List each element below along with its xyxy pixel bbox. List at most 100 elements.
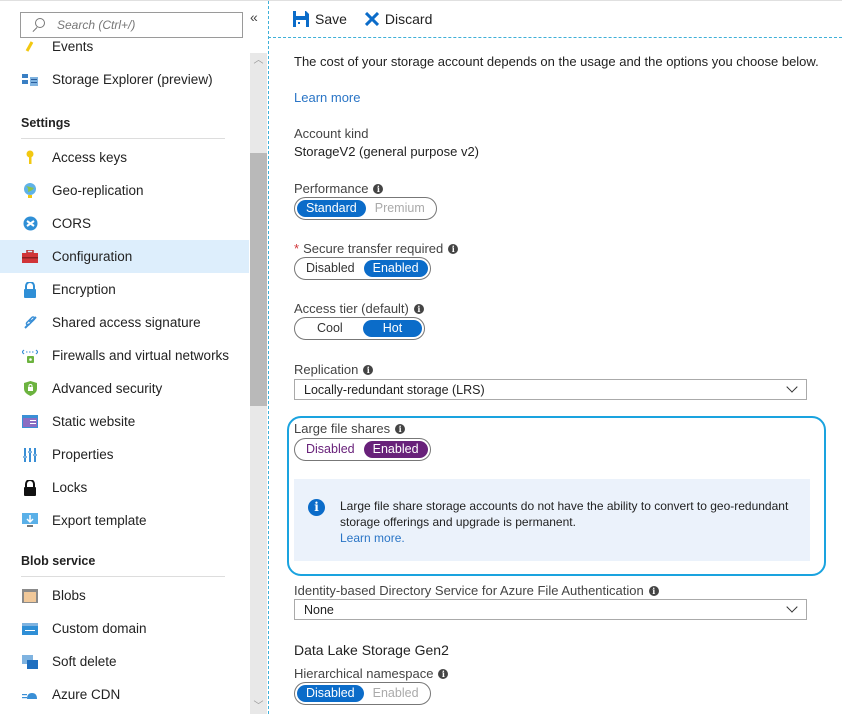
data-lake-title: Data Lake Storage Gen2 [294, 642, 449, 658]
sidebar-item-advanced-security[interactable]: Advanced security [0, 372, 249, 405]
save-button[interactable]: Save [293, 11, 347, 27]
soft-delete-icon [22, 654, 38, 670]
search-input[interactable] [57, 18, 227, 32]
info-message: Large file share storage accounts do not… [340, 498, 810, 546]
shield-icon [22, 381, 38, 397]
performance-option-premium[interactable]: Premium [366, 200, 434, 217]
secure-transfer-label: * Secure transfer required i [294, 241, 459, 256]
sidebar-item-label: Advanced security [52, 381, 163, 396]
sidebar-item-access-keys[interactable]: Access keys [0, 141, 249, 174]
info-message-box: i Large file share storage accounts do n… [294, 479, 810, 561]
hierarchical-namespace-toggle[interactable]: Disabled Enabled [294, 682, 431, 705]
access-tier-label-text: Access tier (default) [294, 301, 409, 316]
replication-dropdown[interactable]: Locally-redundant storage (LRS) [294, 379, 807, 400]
replication-label: Replication i [294, 362, 374, 377]
sidebar-item-label: Firewalls and virtual networks [52, 348, 230, 363]
cdn-icon [22, 687, 38, 703]
large-file-shares-label: Large file shares i [294, 421, 406, 436]
account-kind-value: StorageV2 (general purpose v2) [294, 144, 480, 159]
discard-button[interactable]: Discard [364, 11, 432, 27]
hierarchical-namespace-option-enabled[interactable]: Enabled [364, 685, 428, 702]
access-tier-toggle[interactable]: Cool Hot [294, 317, 426, 340]
sidebar-item-locks[interactable]: Locks [0, 471, 249, 504]
info-icon[interactable]: i [373, 183, 384, 194]
chevron-down-icon [786, 601, 798, 613]
access-tier-option-hot[interactable]: Hot [362, 320, 423, 337]
identity-service-label-text: Identity-based Directory Service for Azu… [294, 583, 644, 598]
info-icon[interactable]: i [363, 364, 374, 375]
sidebar-item-label: Blobs [52, 588, 86, 603]
performance-toggle[interactable]: Standard Premium [294, 197, 437, 220]
sidebar-item-azure-cdn[interactable]: Azure CDN [0, 678, 249, 711]
scroll-up-icon[interactable]: ︿ [250, 53, 267, 69]
large-file-shares-option-enabled[interactable]: Enabled [363, 441, 428, 458]
info-icon[interactable]: i [648, 585, 659, 596]
close-icon [364, 12, 379, 26]
sidebar-item-storage-explorer[interactable]: Storage Explorer (preview) [0, 63, 249, 96]
large-file-shares-toggle[interactable]: Disabled Enabled [294, 438, 431, 461]
info-icon[interactable]: i [413, 303, 424, 314]
sidebar-item-blobs[interactable]: Blobs [0, 579, 249, 612]
account-kind-label: Account kind [294, 126, 369, 141]
access-tier-option-cool[interactable]: Cool [297, 320, 363, 337]
blob-service-section-header: Blob service [0, 543, 249, 579]
sidebar-item-label: Shared access signature [52, 315, 201, 330]
website-icon [22, 414, 38, 430]
collapse-sidebar-icon[interactable]: « [250, 9, 258, 25]
intro-text: The cost of your storage account depends… [294, 54, 819, 69]
sidebar-item-soft-delete[interactable]: Soft delete [0, 645, 249, 678]
sidebar-item-static-website[interactable]: Static website [0, 405, 249, 438]
required-mark: * [294, 241, 300, 256]
info-learn-more-link[interactable]: Learn more. [340, 530, 810, 546]
globe-icon [22, 182, 38, 199]
identity-service-value: None [304, 602, 334, 617]
identity-service-dropdown[interactable]: None [294, 599, 807, 620]
hierarchical-namespace-label-text: Hierarchical namespace [294, 666, 434, 681]
sidebar-item-label: Soft delete [52, 654, 117, 669]
sidebar-item-label: Static website [52, 414, 136, 429]
sidebar-scrollbar[interactable]: ︿ ﹀ [250, 53, 267, 714]
learn-more-link[interactable]: Learn more [294, 90, 360, 105]
hierarchical-namespace-option-disabled[interactable]: Disabled [297, 685, 364, 702]
sidebar-item-firewalls[interactable]: Firewalls and virtual networks [0, 339, 249, 372]
sidebar-item-cors[interactable]: CORS [0, 207, 249, 240]
access-tier-label: Access tier (default) i [294, 301, 424, 316]
secure-transfer-toggle[interactable]: Disabled Enabled [294, 257, 431, 280]
save-icon [293, 11, 309, 27]
sidebar-item-events[interactable]: Events [0, 34, 249, 54]
secure-transfer-option-disabled[interactable]: Disabled [297, 260, 364, 277]
sidebar-item-export-template[interactable]: Export template [0, 504, 249, 537]
info-icon[interactable]: i [395, 423, 406, 434]
export-icon [22, 513, 38, 529]
scroll-thumb[interactable] [250, 153, 267, 406]
sidebar-item-label: Export template [52, 513, 147, 528]
sidebar-item-properties[interactable]: Properties [0, 438, 249, 471]
sidebar-item-shared-access-signature[interactable]: Shared access signature [0, 306, 249, 339]
performance-option-standard[interactable]: Standard [297, 200, 366, 217]
info-icon[interactable]: i [438, 668, 449, 679]
hierarchical-namespace-label: Hierarchical namespace i [294, 666, 449, 681]
link-icon [22, 315, 38, 331]
storage-explorer-icon [22, 72, 38, 88]
toolbar: Save Discard [293, 11, 450, 27]
lock-icon [22, 281, 38, 298]
sidebar-item-label: Geo-replication [52, 183, 144, 198]
info-icon[interactable]: i [448, 243, 459, 254]
sidebar-item-configuration[interactable]: Configuration [0, 240, 249, 273]
sidebar-item-encryption[interactable]: Encryption [0, 273, 249, 306]
performance-label: Performance i [294, 181, 384, 196]
secure-transfer-option-enabled[interactable]: Enabled [363, 260, 428, 277]
firewall-icon [22, 348, 38, 364]
scroll-down-icon[interactable]: ﹀ [250, 699, 267, 714]
replication-label-text: Replication [294, 362, 359, 377]
lightning-icon [22, 38, 38, 54]
sidebar-item-label: Configuration [52, 249, 133, 264]
sidebar-item-label: Events [52, 39, 94, 54]
identity-service-label: Identity-based Directory Service for Azu… [294, 583, 659, 598]
sidebar-item-label: Encryption [52, 282, 116, 297]
large-file-shares-option-disabled[interactable]: Disabled [297, 441, 364, 458]
sidebar-item-label: Azure CDN [52, 687, 121, 702]
sidebar-item-custom-domain[interactable]: Custom domain [0, 612, 249, 645]
sidebar: Events Storage Explorer (preview) Settin… [0, 1, 249, 714]
sidebar-item-geo-replication[interactable]: Geo-replication [0, 174, 249, 207]
